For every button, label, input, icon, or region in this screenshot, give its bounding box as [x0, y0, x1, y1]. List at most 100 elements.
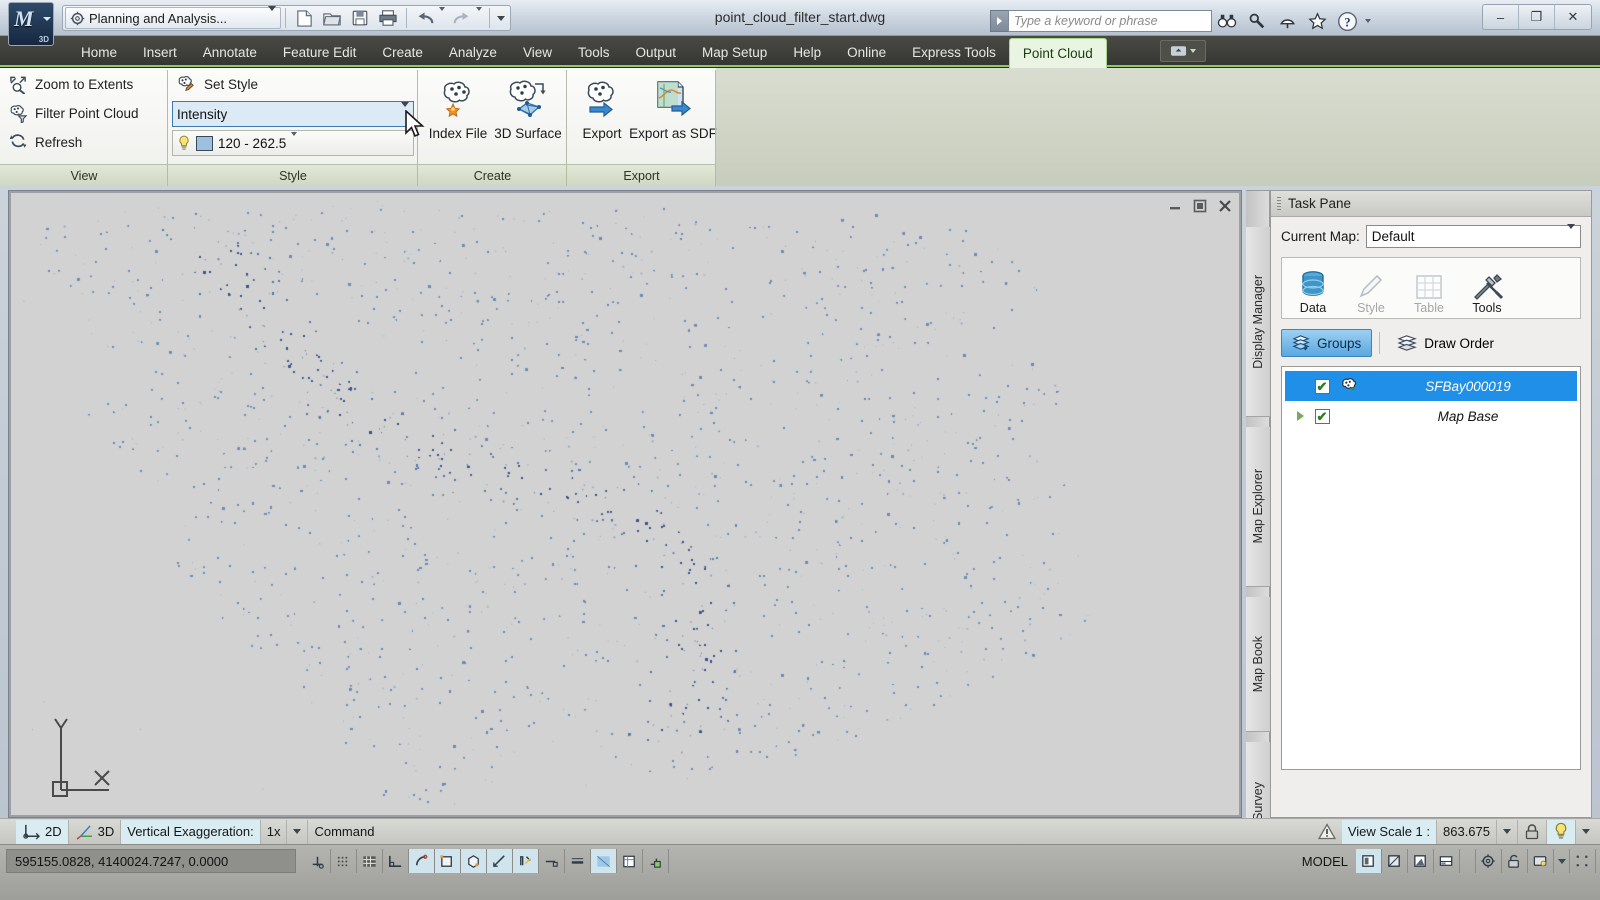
status-bar-upper: 2D 3D Vertical Exaggeration: 1x Command	[0, 818, 1600, 844]
clean-screen-button[interactable]	[1570, 849, 1596, 873]
expand-triangle-icon[interactable]	[1297, 411, 1304, 421]
ribbon-tab-annotate[interactable]: Annotate	[190, 36, 270, 68]
layer-visibility-checkbox[interactable]: ✔	[1315, 409, 1330, 424]
infocenter-button[interactable]	[1212, 8, 1242, 34]
viewport-restore-icon[interactable]	[1192, 198, 1208, 214]
ribbon-tab-view[interactable]: View	[510, 36, 565, 68]
export-button[interactable]: Export	[565, 72, 639, 158]
ribbon-tab-express-tools[interactable]: Express Tools	[899, 36, 1009, 68]
filter-point-cloud-button[interactable]: Filter Point Cloud	[0, 99, 168, 128]
ribbon-tab-analyze[interactable]: Analyze	[436, 36, 510, 68]
ribbon-tab-point-cloud[interactable]: Point Cloud	[1009, 38, 1107, 68]
ribbon-tab-output[interactable]: Output	[622, 36, 689, 68]
ribbon-tab-help[interactable]: Help	[780, 36, 834, 68]
lock-button[interactable]	[1518, 820, 1547, 844]
vertical-exaggeration-dropdown[interactable]	[287, 820, 308, 844]
quick-view-layouts-button[interactable]	[1356, 849, 1382, 873]
workspace-switching-button[interactable]	[1476, 849, 1502, 873]
help-button[interactable]: ?	[1332, 8, 1362, 34]
layer-row[interactable]: ✔SFBay000019	[1285, 371, 1577, 401]
polar-tracking-button[interactable]	[409, 849, 435, 873]
coordinates-display[interactable]: 595155.0828, 4140024.7247, 0.0000	[6, 849, 296, 873]
search-input[interactable]: Type a keyword or phrase	[1008, 10, 1212, 32]
viewport-close-icon[interactable]	[1217, 198, 1233, 214]
transparency-button[interactable]	[591, 849, 617, 873]
status-overflow-button[interactable]	[1576, 820, 1600, 844]
favorites-button[interactable]	[1302, 8, 1332, 34]
ribbon-tab-tools[interactable]: Tools	[565, 36, 623, 68]
object-snap-button[interactable]	[435, 849, 461, 873]
quick-view-drawings-button[interactable]	[1382, 849, 1408, 873]
3d-surface-button[interactable]: 3D Surface	[488, 72, 568, 158]
draw-order-tab[interactable]: Draw Order	[1387, 329, 1504, 357]
data-button[interactable]: Data	[1290, 267, 1336, 315]
groups-tab[interactable]: Groups	[1281, 329, 1372, 357]
show-hide-lineweight-button[interactable]	[565, 849, 591, 873]
warning-button[interactable]	[1312, 820, 1342, 844]
grid-display-button[interactable]	[357, 849, 383, 873]
ribbon-tab-create[interactable]: Create	[369, 36, 436, 68]
dynamic-input-button[interactable]	[539, 849, 565, 873]
layer-tree[interactable]: ✔SFBay000019✔Map Base	[1281, 366, 1581, 770]
export-as-sdf-button[interactable]: Export as SDF	[629, 72, 717, 158]
drawing-area[interactable]: Y	[11, 193, 1239, 815]
restore-button[interactable]: ❐	[1519, 5, 1555, 29]
view-scale-value[interactable]: 863.675	[1437, 820, 1497, 844]
search-expand-button[interactable]	[990, 10, 1008, 32]
toolbar-lock-button[interactable]	[1502, 849, 1528, 873]
bulb-button[interactable]	[1547, 820, 1576, 844]
command-button[interactable]: Command	[308, 820, 380, 844]
snap-mode-button[interactable]	[331, 849, 357, 873]
index-file-button[interactable]: Index File	[421, 72, 495, 158]
quick-properties-button[interactable]	[617, 849, 643, 873]
view-scale-dropdown[interactable]	[1497, 820, 1518, 844]
model-label[interactable]: MODEL	[1294, 854, 1356, 869]
chevron-down-icon	[1190, 49, 1196, 53]
status-dropdown-button[interactable]	[1460, 849, 1476, 873]
layer-visibility-checkbox[interactable]: ✔	[1315, 379, 1330, 394]
tools-button[interactable]: Tools	[1464, 267, 1510, 315]
ribbon-tab-home[interactable]: Home	[68, 36, 130, 68]
application-menu-button[interactable]: M 3D	[8, 2, 54, 46]
current-map-select[interactable]: Default	[1366, 225, 1581, 248]
hardware-acceleration-button[interactable]	[1528, 849, 1554, 873]
refresh-button[interactable]: Refresh	[0, 128, 168, 157]
mode-3d-button[interactable]: 3D	[69, 820, 122, 844]
ortho-mode-button[interactable]	[383, 849, 409, 873]
ribbon-tab-map-setup[interactable]: Map Setup	[689, 36, 780, 68]
ribbon-tab-insert[interactable]: Insert	[130, 36, 190, 68]
subscription-center-button[interactable]	[1242, 8, 1272, 34]
pan-button[interactable]	[1408, 849, 1434, 873]
panel-title-export: Export	[567, 164, 716, 186]
selection-cycling-button[interactable]	[643, 849, 669, 873]
ribbon-minimize-button[interactable]	[1160, 40, 1206, 62]
status-dropdown-button[interactable]	[1554, 849, 1570, 873]
side-tab-display-manager[interactable]: Display Manager	[1246, 227, 1270, 417]
help-dropdown-button[interactable]	[1362, 19, 1374, 23]
annotation-scale-button[interactable]	[1434, 849, 1460, 873]
communication-center-button[interactable]	[1272, 8, 1302, 34]
drag-grip-icon[interactable]	[1277, 197, 1281, 211]
close-button[interactable]: ✕	[1555, 5, 1591, 29]
style-combo[interactable]: Intensity	[172, 101, 414, 127]
infer-constraints-button[interactable]	[305, 849, 331, 873]
mode-2d-button[interactable]: 2D	[16, 820, 69, 844]
viewport-minimize-icon[interactable]	[1167, 198, 1183, 214]
ribbon-tab-online[interactable]: Online	[834, 36, 899, 68]
index-file-label: Index File	[429, 126, 488, 141]
table-button[interactable]: Table	[1406, 267, 1452, 315]
3d-object-snap-button[interactable]	[461, 849, 487, 873]
object-snap-tracking-button[interactable]	[487, 849, 513, 873]
minimize-button[interactable]: –	[1483, 5, 1519, 29]
range-combo[interactable]: 120 - 262.5	[172, 130, 414, 156]
groups-icon	[1292, 334, 1311, 352]
vertical-exaggeration-value[interactable]: 1x	[261, 820, 288, 844]
side-tab-map-book[interactable]: Map Book	[1246, 597, 1270, 732]
side-tab-map-explorer[interactable]: Map Explorer	[1246, 427, 1270, 587]
zoom-to-extents-button[interactable]: Zoom to Extents	[0, 70, 168, 99]
style-button[interactable]: Style	[1348, 267, 1394, 315]
dynamic-ucs-button[interactable]	[513, 849, 539, 873]
set-style-button[interactable]: Set Style	[168, 70, 418, 99]
layer-row[interactable]: ✔Map Base	[1285, 401, 1577, 431]
ribbon-tab-feature-edit[interactable]: Feature Edit	[270, 36, 370, 68]
